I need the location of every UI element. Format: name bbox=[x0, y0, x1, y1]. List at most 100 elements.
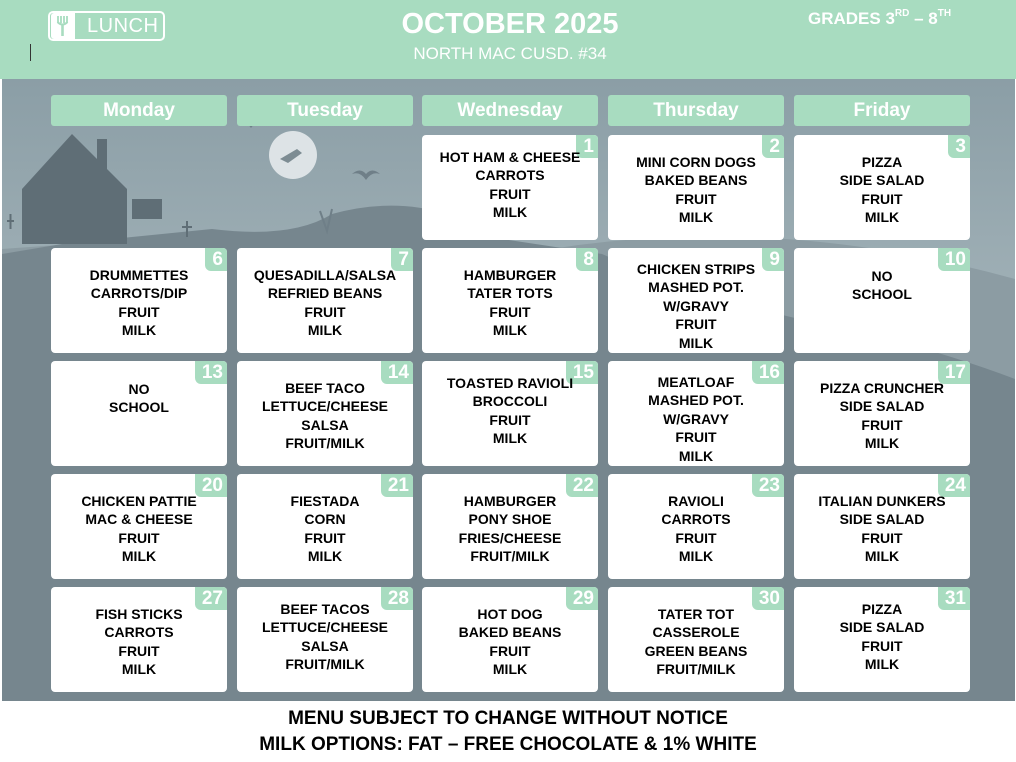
weekday-header-friday: Friday bbox=[794, 95, 970, 126]
menu-item: DRUMMETTES bbox=[89, 267, 189, 283]
grades-sup-start: RD bbox=[894, 8, 910, 19]
menu-item: FRUIT/MILK bbox=[285, 656, 365, 673]
day-cell-3: 3 PIZZA SIDE SALAD FRUIT MILK bbox=[794, 135, 970, 240]
menu-item: SCHOOL bbox=[109, 399, 169, 416]
menu-item: FRUIT bbox=[118, 303, 160, 320]
menu-item: MILK bbox=[864, 548, 900, 565]
menu-disclaimer: MENU SUBJECT TO CHANGE WITHOUT NOTICE bbox=[288, 708, 728, 729]
menu-item: BEEF TACOS bbox=[280, 601, 370, 617]
menu-item: FRUIT bbox=[489, 411, 531, 428]
menu-items: HAMBURGER PONY SHOE FRIES/CHEESE FRUIT/MILK bbox=[422, 492, 598, 566]
day-cell-29: 29 HOT DOG BAKED BEANS FRUIT MILK bbox=[422, 587, 598, 692]
lunch-logo: LUNCH bbox=[48, 11, 165, 41]
menu-item: TATER TOT bbox=[657, 606, 735, 622]
day-cell-24: 24 ITALIAN DUNKERS SIDE SALAD FRUIT MILK bbox=[794, 474, 970, 579]
menu-items: PIZZA CRUNCHER SIDE SALAD FRUIT MILK bbox=[794, 379, 970, 453]
menu-item: SALSA bbox=[301, 416, 349, 433]
menu-item: GREEN BEANS bbox=[644, 642, 748, 659]
menu-items: MINI CORN DOGS BAKED BEANS FRUIT MILK bbox=[608, 153, 784, 227]
menu-item: MILK bbox=[678, 334, 714, 351]
menu-item: FRUIT bbox=[861, 416, 903, 433]
menu-item: BEEF TACO bbox=[285, 380, 365, 396]
menu-item: HOT DOG bbox=[477, 606, 543, 622]
weekday-header-wednesday: Wednesday bbox=[422, 95, 598, 126]
fork-icon bbox=[51, 13, 75, 39]
day-cell-30: 30 TATER TOT CASSEROLE GREEN BEANS FRUIT/MIL… bbox=[608, 587, 784, 692]
menu-items: TATER TOT CASSEROLE GREEN BEANS FRUIT/MILK bbox=[608, 605, 784, 679]
menu-item: W/GRAVY bbox=[663, 410, 729, 427]
menu-item: PIZZA CRUNCHER bbox=[820, 380, 944, 396]
milk-options-note: MILK OPTIONS: FAT – FREE CHOCOLATE & 1% … bbox=[259, 734, 757, 755]
text-cursor bbox=[30, 44, 31, 61]
menu-items: HOT HAM & CHEESE CARROTS FRUIT MILK bbox=[422, 148, 598, 222]
menu-item: BAKED BEANS bbox=[644, 172, 748, 189]
menu-item: HAMBURGER bbox=[463, 493, 557, 509]
day-cell-2: 2 MINI CORN DOGS BAKED BEANS FRUIT MILK bbox=[608, 135, 784, 240]
menu-items: PIZZA SIDE SALAD FRUIT MILK bbox=[794, 600, 970, 674]
day-cell-6: 6 DRUMMETTES CARROTS/DIP FRUIT MILK bbox=[51, 248, 227, 353]
menu-item: MILK bbox=[307, 322, 343, 339]
day-cell-23: 23 RAVIOLI CARROTS FRUIT MILK bbox=[608, 474, 784, 579]
menu-item: MEATLOAF bbox=[657, 374, 735, 390]
weekday-header-monday: Monday bbox=[51, 95, 227, 126]
day-cell-8: 8 HAMBURGER TATER TOTS FRUIT MILK bbox=[422, 248, 598, 353]
menu-item: MILK bbox=[121, 322, 157, 339]
menu-item: MILK bbox=[864, 656, 900, 673]
menu-item: FRUIT bbox=[675, 529, 717, 546]
menu-item: PONY SHOE bbox=[468, 511, 552, 528]
menu-items: BEEF TACOS LETTUCE/CHEESE SALSA FRUIT/MILK bbox=[237, 600, 413, 674]
menu-items: QUESADILLA/SALSA REFRIED BEANS FRUIT MILK bbox=[237, 266, 413, 340]
menu-item: CARROTS/DIP bbox=[90, 285, 188, 302]
day-cell-10: 10 NO SCHOOL bbox=[794, 248, 970, 353]
day-cell-15: 15 TOASTED RAVIOLI BROCCOLI FRUIT MILK bbox=[422, 361, 598, 466]
menu-items: TOASTED RAVIOLI BROCCOLI FRUIT MILK bbox=[422, 374, 598, 448]
menu-item: SCHOOL bbox=[852, 286, 912, 303]
menu-item: MILK bbox=[492, 322, 528, 339]
menu-item: MILK bbox=[678, 548, 714, 565]
menu-item: FRUIT bbox=[489, 642, 531, 659]
menu-item: PIZZA bbox=[861, 154, 903, 170]
menu-item: FRUIT bbox=[489, 185, 531, 202]
menu-item: SALSA bbox=[301, 637, 349, 654]
menu-item: FRUIT/MILK bbox=[285, 435, 365, 452]
grades-middle: – 8 bbox=[909, 9, 938, 28]
menu-items: FISH STICKS CARROTS FRUIT MILK bbox=[51, 605, 227, 679]
menu-item: MASHED POT. bbox=[648, 392, 744, 409]
day-cell-14: 14 BEEF TACO LETTUCE/CHEESE SALSA FRUIT/MILK bbox=[237, 361, 413, 466]
menu-item: FRUIT/MILK bbox=[470, 548, 550, 565]
day-cell-9: 9 CHICKEN STRIPS MASHED POT. W/GRAVY FRUIT MI… bbox=[608, 248, 784, 353]
menu-items: BEEF TACO LETTUCE/CHEESE SALSA FRUIT/MILK bbox=[237, 379, 413, 453]
menu-item: MILK bbox=[307, 548, 343, 565]
menu-item: CARROTS bbox=[475, 167, 545, 184]
menu-item: NO bbox=[128, 381, 150, 397]
menu-item: FRUIT bbox=[304, 303, 346, 320]
day-cell-17: 17 PIZZA CRUNCHER SIDE SALAD FRUIT MILK bbox=[794, 361, 970, 466]
menu-item: FRUIT bbox=[861, 190, 903, 207]
menu-item: QUESADILLA/SALSA bbox=[253, 267, 397, 283]
menu-item: FRUIT bbox=[861, 637, 903, 654]
day-cell-7: 7 QUESADILLA/SALSA REFRIED BEANS FRUIT MILK bbox=[237, 248, 413, 353]
menu-item: BAKED BEANS bbox=[458, 624, 562, 641]
menu-item: FRUIT bbox=[489, 303, 531, 320]
menu-items: HOT DOG BAKED BEANS FRUIT MILK bbox=[422, 605, 598, 679]
menu-item: RAVIOLI bbox=[668, 493, 724, 509]
weekday-header-thursday: Thursday bbox=[608, 95, 784, 126]
day-cell-31: 31 PIZZA SIDE SALAD FRUIT MILK bbox=[794, 587, 970, 692]
menu-item: MILK bbox=[864, 209, 900, 226]
menu-item: CARROTS bbox=[661, 511, 731, 528]
menu-item: FRUIT bbox=[118, 529, 160, 546]
menu-item: MILK bbox=[678, 447, 714, 464]
menu-item: MILK bbox=[492, 430, 528, 447]
menu-item: FRIES/CHEESE bbox=[458, 529, 562, 546]
menu-items: CHICKEN STRIPS MASHED POT. W/GRAVY FRUIT MIL… bbox=[608, 260, 784, 352]
menu-item: HOT HAM & CHEESE bbox=[439, 149, 581, 165]
menu-items: MEATLOAF MASHED POT. W/GRAVY FRUIT MILK bbox=[608, 373, 784, 465]
menu-item: MILK bbox=[492, 204, 528, 221]
day-cell-16: 16 MEATLOAF MASHED POT. W/GRAVY FRUIT MILK bbox=[608, 361, 784, 466]
menu-item: LETTUCE/CHEESE bbox=[261, 619, 388, 636]
menu-item: HAMBURGER bbox=[463, 267, 557, 283]
menu-item: CHICKEN STRIPS bbox=[636, 261, 756, 277]
menu-item: NO bbox=[871, 268, 893, 284]
menu-item: FRUIT bbox=[675, 429, 717, 446]
menu-item: MAC & CHEESE bbox=[85, 511, 193, 528]
